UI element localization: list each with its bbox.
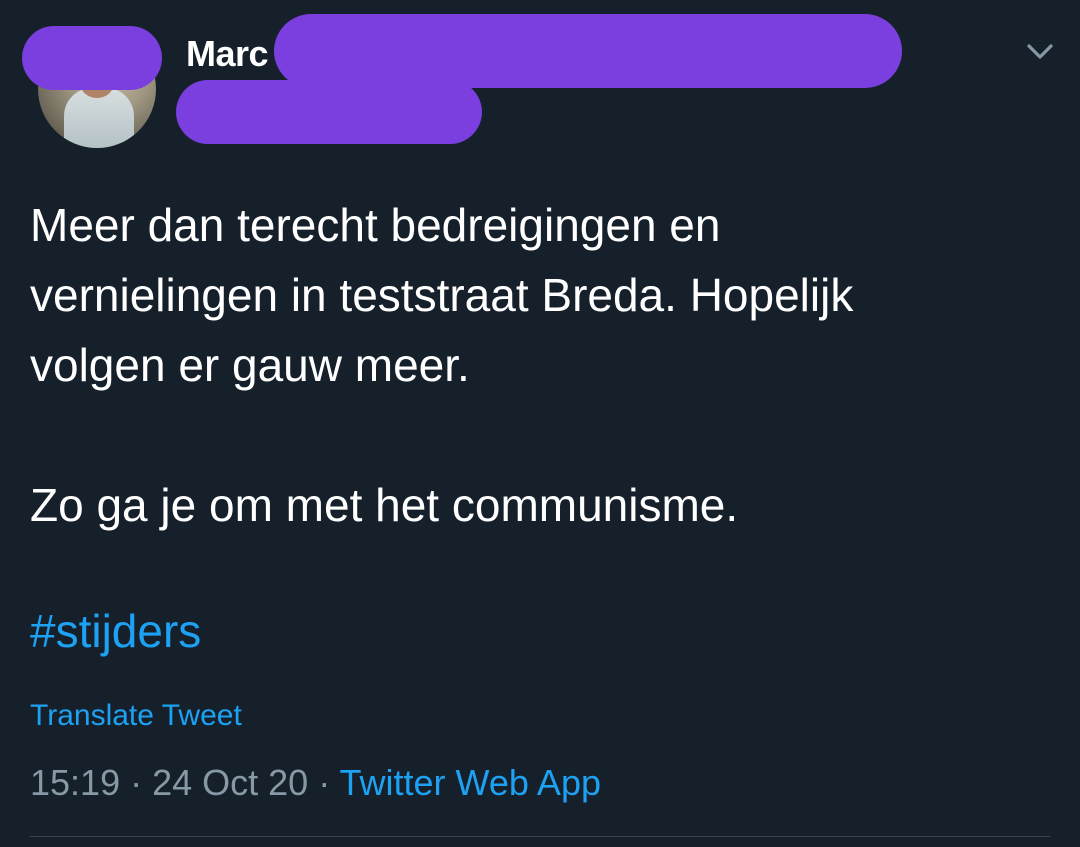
tweet-text-line: volgen er gauw meer. <box>30 339 470 391</box>
tweet-source-link[interactable]: Twitter Web App <box>340 762 601 803</box>
author-name[interactable]: Marc <box>186 34 269 74</box>
redaction-mark-handle <box>176 80 482 144</box>
tweet-text-line: Zo ga je om met het communisme. <box>30 479 739 531</box>
tweet-time[interactable]: 15:19 <box>30 762 120 803</box>
meta-separator: · <box>120 762 153 803</box>
divider <box>30 836 1050 837</box>
hashtag-link[interactable]: #stijders <box>30 596 201 666</box>
redaction-mark-avatar <box>22 26 162 90</box>
tweet-text-line <box>30 400 1050 470</box>
tweet-text-line: Meer dan terecht bedreigingen en <box>30 199 721 251</box>
tweet-text: Meer dan terecht bedreigingen en verniel… <box>30 190 1050 540</box>
tweet-text-line: vernielingen in teststraat Breda. Hopeli… <box>30 269 854 321</box>
chevron-down-icon[interactable] <box>1024 40 1056 64</box>
tweet-meta: 15:19 · 24 Oct 20 · Twitter Web App <box>30 760 601 806</box>
meta-separator: · <box>308 762 340 803</box>
translate-tweet-link[interactable]: Translate Tweet <box>30 696 242 736</box>
tweet-date[interactable]: 24 Oct 20 <box>152 762 308 803</box>
redaction-mark-name <box>274 14 902 88</box>
tweet-detail-view: Marc Meer dan terecht bedreigingen en ve… <box>0 0 1080 847</box>
